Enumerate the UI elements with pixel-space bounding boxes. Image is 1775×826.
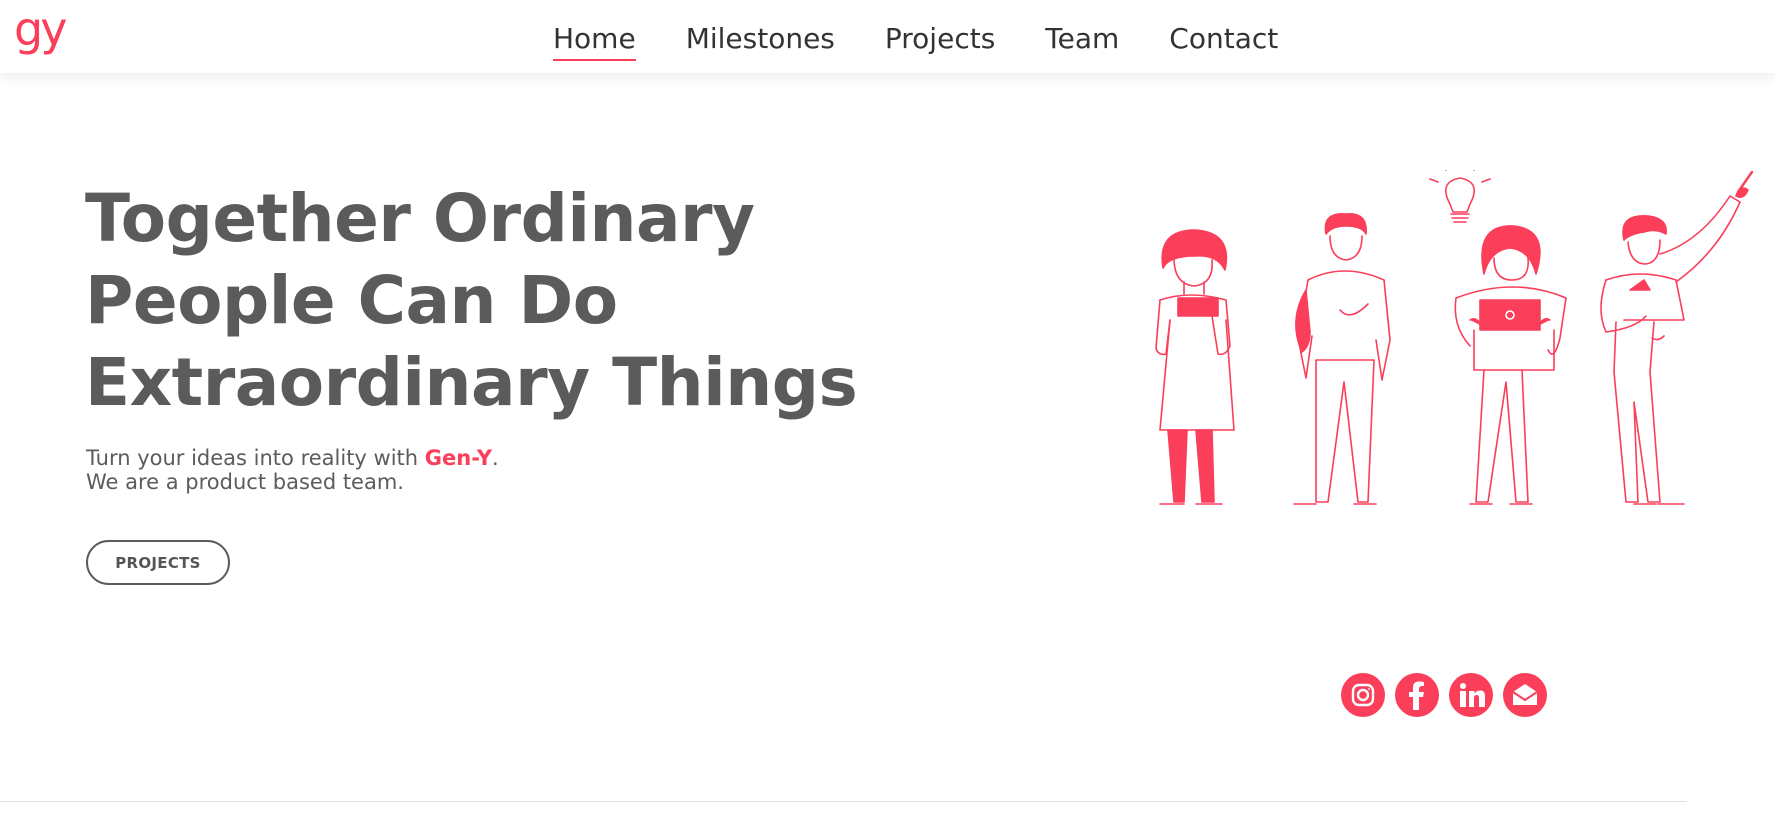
hero-title-line-2: People Can Do bbox=[85, 262, 618, 339]
subtitle-period: . bbox=[492, 446, 499, 470]
section-divider bbox=[0, 801, 1687, 802]
site-logo[interactable]: gy bbox=[14, 6, 67, 52]
people-team-illustration bbox=[1155, 170, 1754, 505]
hero-subtitle-line-2: We are a product based team. bbox=[86, 470, 404, 494]
person-man-backpack bbox=[1293, 213, 1391, 505]
main-nav: Home Milestones Projects Team Contact bbox=[553, 0, 1328, 73]
facebook-icon[interactable] bbox=[1395, 673, 1439, 717]
nav-milestones[interactable]: Milestones bbox=[686, 21, 835, 53]
person-man-pointing bbox=[1600, 170, 1754, 505]
person-woman-laptop bbox=[1454, 225, 1567, 505]
top-navbar: gy Home Milestones Projects Team Contact bbox=[0, 0, 1775, 73]
email-icon[interactable] bbox=[1503, 673, 1547, 717]
hero-subtitle: Turn your ideas into reality with Gen-Y.… bbox=[86, 446, 499, 494]
linkedin-icon[interactable] bbox=[1449, 673, 1493, 717]
hero-title-line-1: Together Ordinary bbox=[85, 180, 755, 257]
hero-title-line-3: Extraordinary Things bbox=[85, 344, 858, 421]
instagram-icon[interactable] bbox=[1341, 673, 1385, 717]
lightbulb-icon bbox=[1429, 170, 1491, 223]
social-links bbox=[1341, 673, 1547, 717]
nav-home[interactable]: Home bbox=[553, 21, 636, 61]
subtitle-text: Turn your ideas into reality with bbox=[86, 446, 425, 470]
nav-projects[interactable]: Projects bbox=[885, 21, 995, 53]
projects-button[interactable]: PROJECTS bbox=[86, 540, 230, 585]
person-woman-book bbox=[1155, 229, 1235, 505]
subtitle-brand: Gen-Y bbox=[424, 446, 493, 470]
nav-contact[interactable]: Contact bbox=[1169, 21, 1278, 53]
nav-team[interactable]: Team bbox=[1045, 21, 1119, 53]
hero-subtitle-line-1: Turn your ideas into reality with Gen-Y. bbox=[86, 446, 499, 470]
hero-title: Together Ordinary People Can Do Extraord… bbox=[85, 178, 985, 424]
